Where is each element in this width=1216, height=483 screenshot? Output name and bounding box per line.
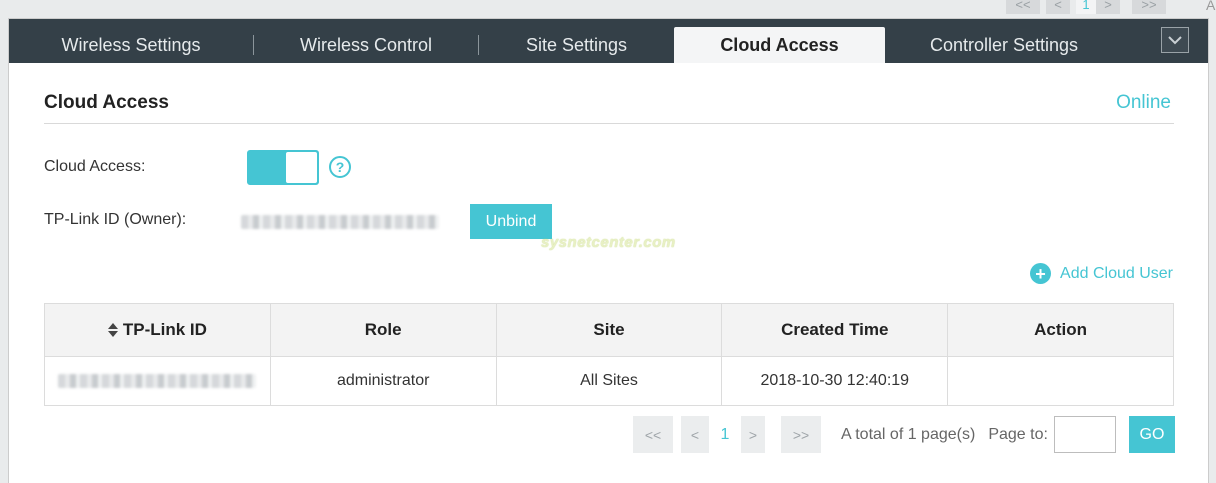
add-circle-icon: + (1030, 263, 1052, 284)
cloud-access-panel: Wireless Settings Wireless Control Site … (8, 18, 1209, 483)
pager-next-button[interactable]: > (741, 416, 765, 453)
tab-site-settings[interactable]: Site Settings (479, 27, 674, 63)
pager-page-number[interactable]: 1 (709, 416, 741, 453)
table-header: TP-Link ID Role Site Created Time Action (45, 304, 1173, 357)
owner-id-blurred (241, 215, 439, 229)
column-header-site: Site (497, 304, 723, 356)
top-pager-next-button[interactable]: > (1096, 0, 1120, 14)
page-to-label: Page to: (988, 425, 1048, 443)
column-header-created-time: Created Time (722, 304, 949, 356)
add-cloud-user-label: Add Cloud User (1060, 264, 1173, 282)
tab-menu-button[interactable] (1161, 27, 1189, 53)
tab-wireless-control[interactable]: Wireless Control (254, 27, 478, 63)
top-pager-page-number[interactable]: 1 (1076, 0, 1096, 14)
section-divider (44, 123, 1174, 124)
top-pager-prev-button[interactable]: < (1046, 0, 1070, 14)
pager-total-text: A total of 1 page(s) (841, 425, 976, 443)
tab-controller-settings[interactable]: Controller Settings (885, 27, 1123, 63)
table-row: administrator All Sites 2018-10-30 12:40… (45, 357, 1173, 405)
tab-cloud-access[interactable]: Cloud Access (674, 27, 885, 63)
section-title: Cloud Access (44, 92, 169, 113)
cloud-users-table: TP-Link ID Role Site Created Time Action… (44, 303, 1174, 406)
top-pager-last-button[interactable]: >> (1132, 0, 1166, 14)
top-pager-first-button[interactable]: << (1006, 0, 1040, 14)
page-to-input[interactable] (1054, 416, 1116, 453)
tab-wireless-settings[interactable]: Wireless Settings (9, 27, 253, 63)
chevron-down-icon (1168, 36, 1182, 45)
pager-last-button[interactable]: >> (781, 416, 821, 453)
cell-tp-link-id (45, 357, 271, 405)
cell-role: administrator (271, 357, 497, 405)
top-partial-text: A (1206, 0, 1216, 13)
column-header-tp-link-id[interactable]: TP-Link ID (45, 304, 271, 356)
unbind-button[interactable]: Unbind (470, 204, 552, 239)
cell-action (948, 357, 1173, 405)
go-button[interactable]: GO (1129, 416, 1175, 453)
sort-icon[interactable] (107, 323, 118, 337)
pager-prev-button[interactable]: < (681, 416, 709, 453)
pager-first-button[interactable]: << (633, 416, 673, 453)
cloud-access-label: Cloud Access: (44, 158, 146, 175)
tab-bar: Wireless Settings Wireless Control Site … (9, 19, 1208, 63)
watermark: sysnetcenter.com (541, 234, 676, 251)
column-header-action: Action (1034, 320, 1088, 339)
help-icon[interactable]: ? (329, 156, 351, 178)
toggle-knob (286, 152, 317, 183)
pager: << < 1 > >> A total of 1 page(s) Page to… (633, 416, 1048, 453)
cell-site: All Sites (497, 357, 723, 405)
user-id-blurred (58, 374, 257, 388)
status-online: Online (1116, 92, 1171, 113)
add-cloud-user-button[interactable]: + Add Cloud User (1030, 263, 1173, 284)
cell-created-time: 2018-10-30 12:40:19 (722, 357, 949, 405)
column-label: TP-Link ID (122, 320, 207, 339)
column-header-role: Role (271, 304, 497, 356)
cloud-access-toggle[interactable] (247, 150, 319, 185)
top-pager: << < 1 > >> (1006, 0, 1172, 14)
owner-label: TP-Link ID (Owner): (44, 211, 187, 228)
